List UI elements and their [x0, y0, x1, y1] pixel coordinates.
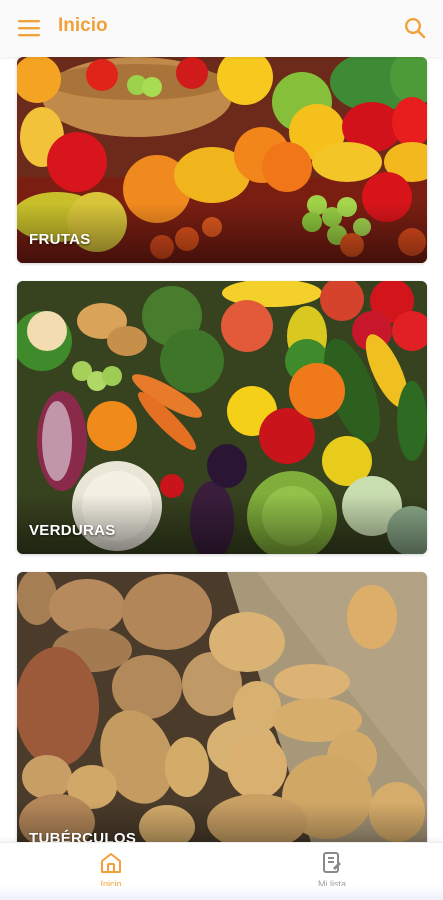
menu-icon [18, 20, 40, 37]
nav-item-inicio[interactable]: Inicio [51, 851, 171, 889]
app-bar: Inicio [0, 0, 443, 57]
category-card-frutas[interactable]: FRUTAS [17, 57, 427, 263]
search-button[interactable] [403, 16, 427, 40]
search-icon [404, 17, 426, 39]
page-title: Inicio [58, 15, 108, 36]
category-label: TUBÉRCULOS [29, 830, 137, 842]
list-icon [323, 852, 341, 873]
category-label: VERDURAS [29, 522, 116, 539]
menu-button[interactable] [16, 16, 42, 40]
nav-item-mi-lista[interactable]: Mi lista [272, 851, 392, 889]
category-label: FRUTAS [29, 231, 91, 248]
category-card-verduras[interactable]: VERDURAS [17, 281, 427, 554]
system-gesture-area [0, 886, 443, 900]
category-list: FRUTAS VERDURAS TUBÉRCULOS [0, 57, 443, 842]
home-icon [101, 853, 121, 873]
category-card-tuberculos[interactable]: TUBÉRCULOS [17, 572, 427, 842]
